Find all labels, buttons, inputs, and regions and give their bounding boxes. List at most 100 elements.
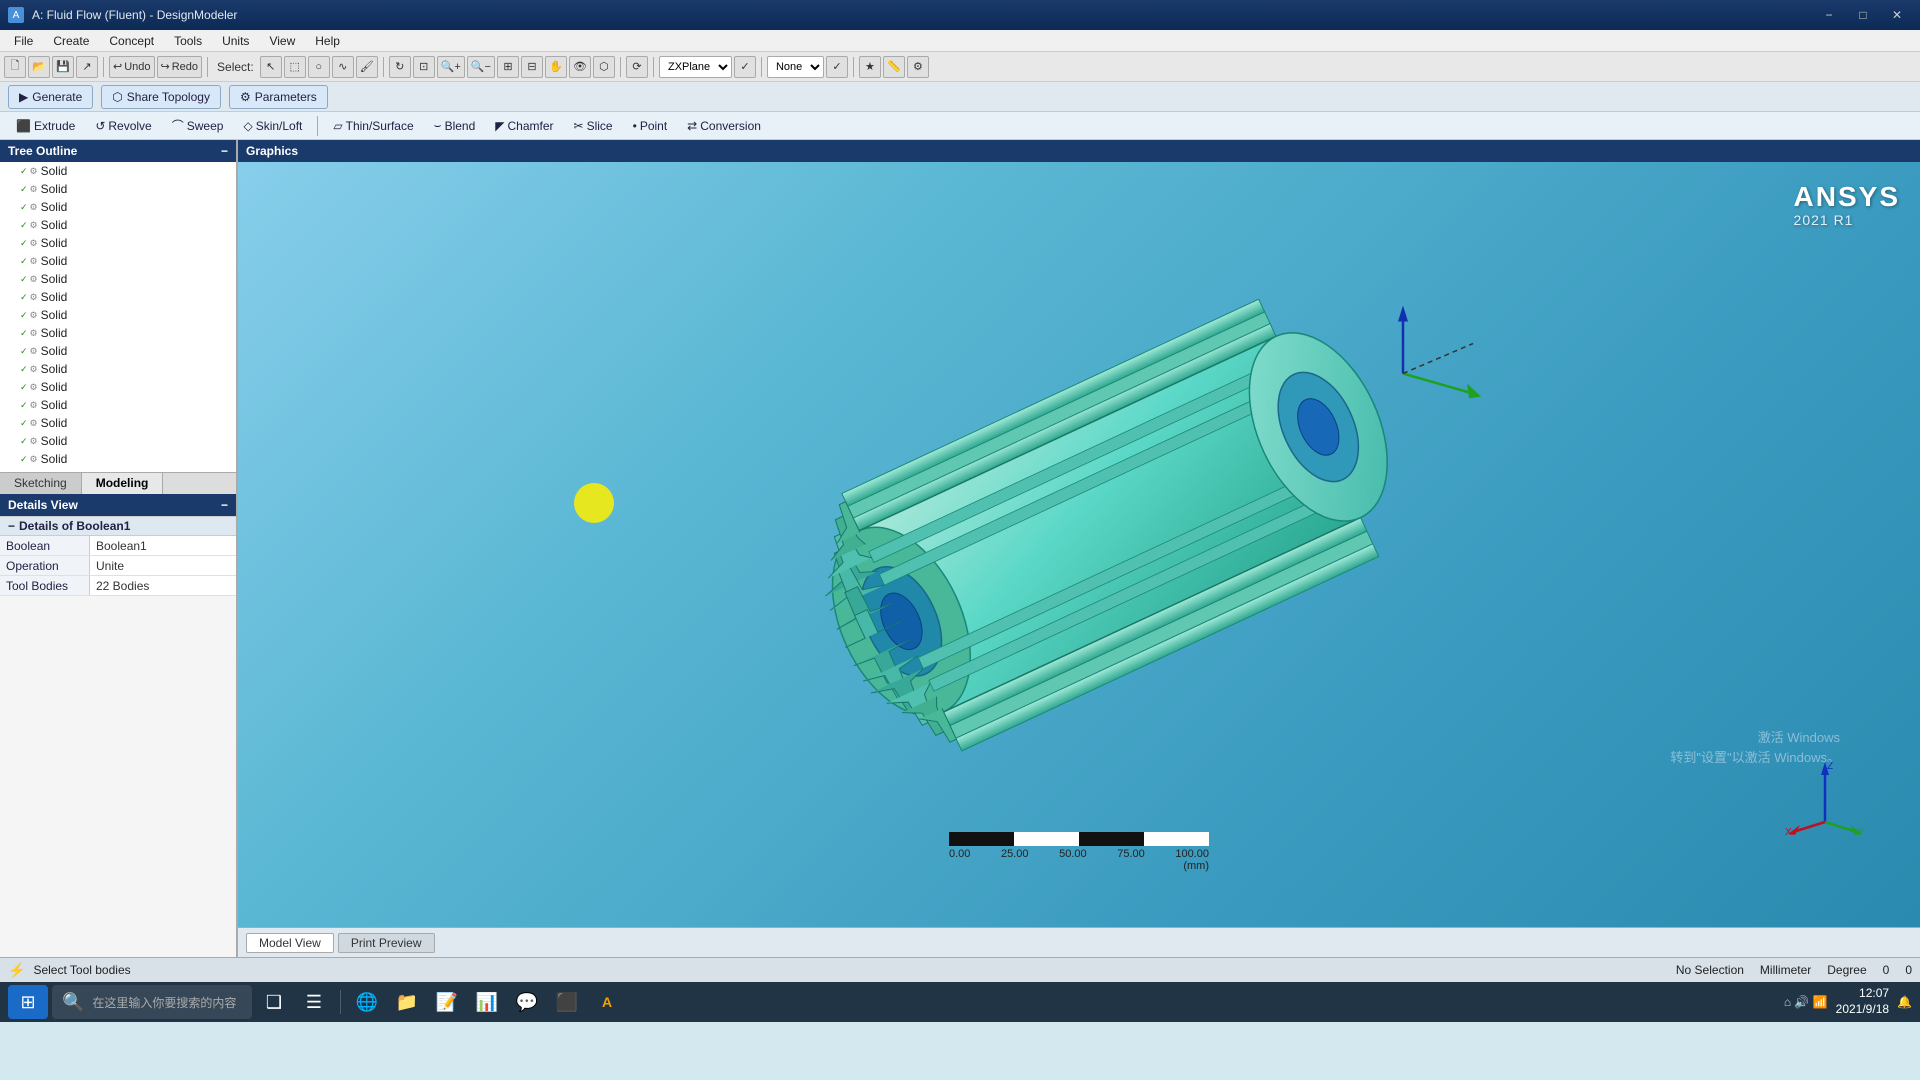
wire-btn[interactable]: ⬡ bbox=[593, 56, 615, 78]
pan-btn[interactable]: ✋ bbox=[545, 56, 567, 78]
export-button[interactable]: ↗ bbox=[76, 56, 98, 78]
tree-item[interactable]: ✓⚙Solid bbox=[0, 252, 236, 270]
new-button[interactable]: 🗋 bbox=[4, 56, 26, 78]
menu-tools[interactable]: Tools bbox=[164, 32, 212, 50]
taskbar-edge[interactable]: 🌐 bbox=[349, 985, 385, 1019]
taskbar-wechat[interactable]: 💬 bbox=[509, 985, 545, 1019]
thin-surface-button[interactable]: ▱ Thin/Surface bbox=[325, 115, 421, 137]
taskbar-sep bbox=[340, 990, 341, 1014]
parameters-button[interactable]: ⚙ Parameters bbox=[229, 85, 328, 109]
tree-collapse-icon[interactable]: − bbox=[221, 144, 228, 158]
generate-button[interactable]: ▶ Generate bbox=[8, 85, 93, 109]
select-paint-btn[interactable]: 🖌 bbox=[356, 56, 378, 78]
window-controls[interactable]: − □ ✕ bbox=[1814, 5, 1912, 25]
save-button[interactable]: 💾 bbox=[52, 56, 74, 78]
tree-item[interactable]: ✓⚙Solid bbox=[0, 432, 236, 450]
measure-btn[interactable]: 📏 bbox=[883, 56, 905, 78]
zoom-all-btn[interactable]: ⊟ bbox=[521, 56, 543, 78]
menu-create[interactable]: Create bbox=[43, 32, 99, 50]
close-button[interactable]: ✕ bbox=[1882, 5, 1912, 25]
menu-units[interactable]: Units bbox=[212, 32, 259, 50]
taskbar-word[interactable]: 📝 bbox=[429, 985, 465, 1019]
taskbar-search[interactable]: 🔍 在这里输入你要搜索的内容 bbox=[52, 985, 252, 1019]
tree-item[interactable]: ✓⚙Solid bbox=[0, 306, 236, 324]
menu-view[interactable]: View bbox=[259, 32, 305, 50]
zoom-in-btn[interactable]: 🔍+ bbox=[437, 56, 465, 78]
taskbar-notification[interactable]: 🔔 bbox=[1897, 995, 1912, 1009]
tree-item[interactable]: ✓⚙Solid bbox=[0, 162, 236, 180]
tree-item[interactable]: ✓⚙Solid bbox=[0, 414, 236, 432]
plane-select[interactable]: ZXPlane XYPlane YZPlane bbox=[659, 56, 732, 78]
status-val1: 0 bbox=[1883, 963, 1890, 977]
extrude-button[interactable]: ⬛ Extrude bbox=[8, 115, 83, 137]
graphics-viewport[interactable]: ANSYS 2021 R1 bbox=[238, 162, 1920, 927]
tab-modeling[interactable]: Modeling bbox=[82, 473, 164, 494]
menu-concept[interactable]: Concept bbox=[99, 32, 164, 50]
taskbar-task-view[interactable]: ❑ bbox=[256, 985, 292, 1019]
rotate-btn[interactable]: ↻ bbox=[389, 56, 411, 78]
zoom-fit-btn[interactable]: ⊡ bbox=[413, 56, 435, 78]
look-apply-btn[interactable]: ✓ bbox=[826, 56, 848, 78]
taskbar-app1[interactable]: ⬛ bbox=[549, 985, 585, 1019]
taskbar-excel[interactable]: 📊 bbox=[469, 985, 505, 1019]
select-lasso-btn[interactable]: ∿ bbox=[332, 56, 354, 78]
tree-item[interactable]: ✓⚙Solid bbox=[0, 234, 236, 252]
tree-item[interactable]: ✓⚙Solid bbox=[0, 378, 236, 396]
taskbar-widgets[interactable]: ☰ bbox=[296, 985, 332, 1019]
tree-item[interactable]: ✓⚙Solid bbox=[0, 360, 236, 378]
skin-loft-button[interactable]: ◇ Skin/Loft bbox=[235, 115, 310, 137]
tree-item[interactable]: ✓⚙Solid bbox=[0, 198, 236, 216]
extra1-btn[interactable]: ⚙ bbox=[907, 56, 929, 78]
tab-print-preview[interactable]: Print Preview bbox=[338, 933, 435, 953]
start-button[interactable]: ⊞ bbox=[8, 985, 48, 1019]
select-box-btn[interactable]: ⬚ bbox=[284, 56, 306, 78]
svg-text:Y: Y bbox=[1857, 827, 1864, 837]
search-icon: 🔍 bbox=[62, 992, 84, 1013]
zoom-box-btn[interactable]: ⊞ bbox=[497, 56, 519, 78]
minimize-button[interactable]: − bbox=[1814, 5, 1844, 25]
details-collapse-icon[interactable]: − bbox=[221, 498, 228, 512]
restore-button[interactable]: □ bbox=[1848, 5, 1878, 25]
status-bar: ⚡ Select Tool bodies No Selection Millim… bbox=[0, 957, 1920, 982]
point-button[interactable]: • Point bbox=[625, 115, 676, 137]
slice-button[interactable]: ✂ Slice bbox=[566, 115, 621, 137]
gear-icon: ⚙ bbox=[30, 166, 38, 177]
redo-button[interactable]: ↪ Redo bbox=[157, 56, 203, 78]
status-unit2: Degree bbox=[1827, 963, 1866, 977]
tree-item[interactable]: ✓⚙Solid bbox=[0, 396, 236, 414]
select-mode-btn[interactable]: ↖ bbox=[260, 56, 282, 78]
look-btn[interactable]: 👁 bbox=[569, 56, 591, 78]
blend-icon: ⌣ bbox=[434, 118, 442, 133]
look-select[interactable]: None +X +Y +Z bbox=[767, 56, 824, 78]
taskbar-explorer[interactable]: 📁 bbox=[389, 985, 425, 1019]
undo-button[interactable]: ↩ Undo bbox=[109, 56, 155, 78]
open-button[interactable]: 📂 bbox=[28, 56, 50, 78]
menu-help[interactable]: Help bbox=[305, 32, 350, 50]
blend-button[interactable]: ⌣ Blend bbox=[426, 115, 484, 137]
taskbar-app2[interactable]: A bbox=[589, 985, 625, 1019]
tab-sketching[interactable]: Sketching bbox=[0, 473, 82, 494]
revolve-button[interactable]: ↺ Revolve bbox=[87, 115, 159, 137]
tree-item[interactable]: ✓⚙Solid bbox=[0, 450, 236, 468]
tree-content[interactable]: ✓⚙Solid ✓⚙Solid ✓⚙Solid ✓⚙Solid ✓⚙Solid … bbox=[0, 162, 236, 472]
plane-apply-btn[interactable]: ✓ bbox=[734, 56, 756, 78]
tree-item[interactable]: ✓⚙Solid bbox=[0, 180, 236, 198]
tree-item[interactable]: ✓⚙Solid bbox=[0, 342, 236, 360]
select-circle-btn[interactable]: ○ bbox=[308, 56, 330, 78]
sketch-model-tabs: Sketching Modeling bbox=[0, 472, 236, 494]
tree-item[interactable]: ✓⚙Solid bbox=[0, 270, 236, 288]
conversion-button[interactable]: ⇄ Conversion bbox=[679, 115, 769, 137]
tree-item[interactable]: ✓⚙Solid bbox=[0, 216, 236, 234]
tree-item[interactable]: ✓⚙Solid bbox=[0, 324, 236, 342]
tab-model-view[interactable]: Model View bbox=[246, 933, 334, 953]
taskbar: ⊞ 🔍 在这里输入你要搜索的内容 ❑ ☰ 🌐 📁 📝 📊 💬 ⬛ A ⌂ 🔊 📶… bbox=[0, 982, 1920, 1022]
refresh-btn[interactable]: ⟳ bbox=[626, 56, 648, 78]
tree-item[interactable]: ✓⚙Solid bbox=[0, 288, 236, 306]
sweep-button[interactable]: ⌒ Sweep bbox=[164, 115, 232, 137]
menu-file[interactable]: File bbox=[4, 32, 43, 50]
svg-text:X: X bbox=[1785, 827, 1792, 837]
share-topology-button[interactable]: ⬡ Share Topology bbox=[101, 85, 221, 109]
zoom-out-btn[interactable]: 🔍− bbox=[467, 56, 495, 78]
highlight-btn[interactable]: ★ bbox=[859, 56, 881, 78]
chamfer-button[interactable]: ◤ Chamfer bbox=[487, 115, 561, 137]
